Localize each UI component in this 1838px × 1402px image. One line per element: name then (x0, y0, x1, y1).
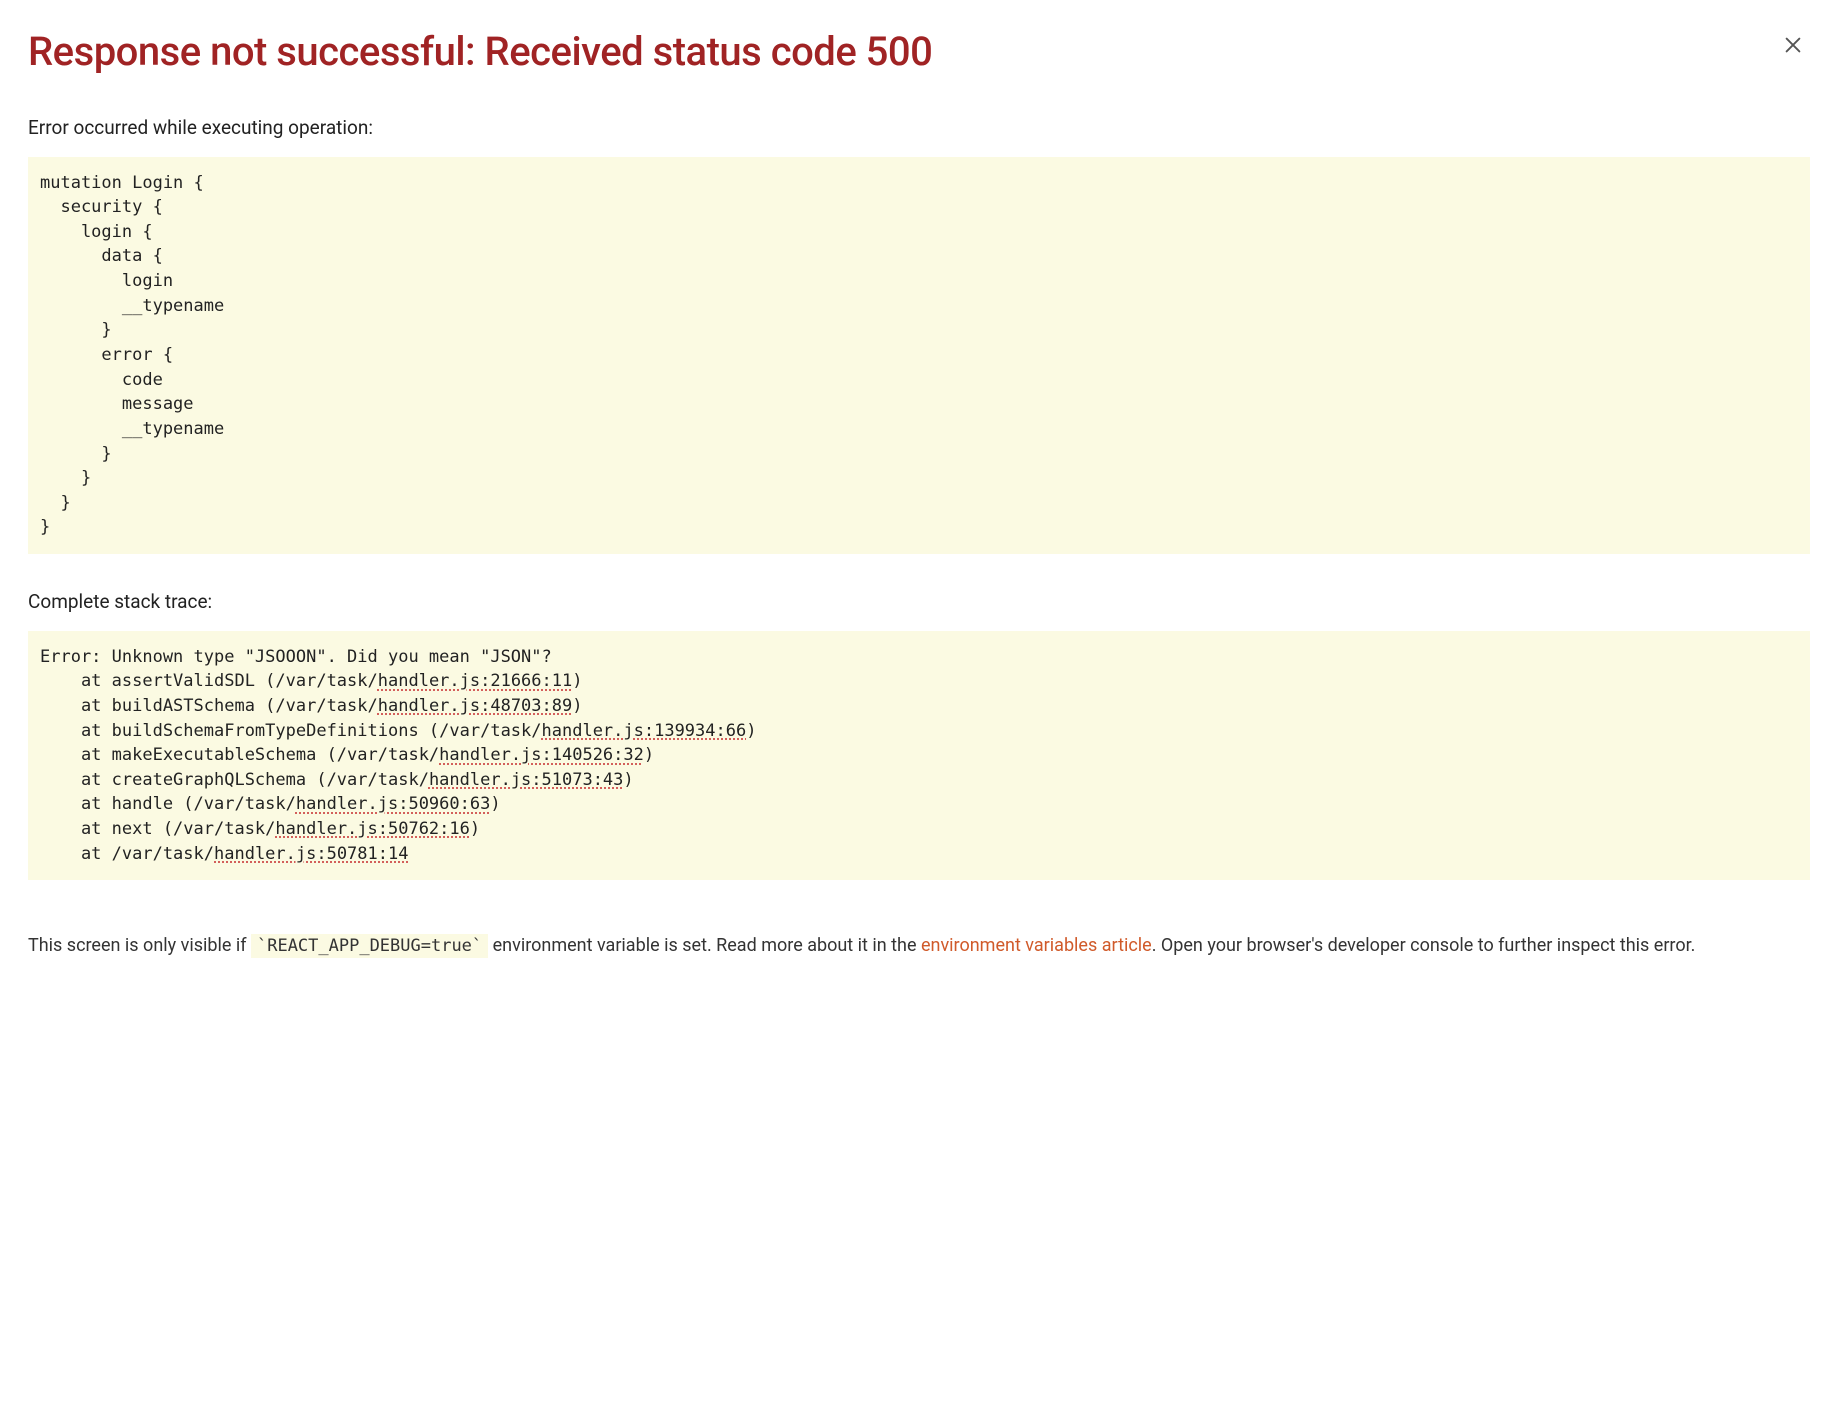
operation-code-block: mutation Login { security { login { data… (28, 157, 1810, 555)
stack-trace-label: Complete stack trace: (28, 588, 1810, 617)
footer-text-part1: This screen is only visible if (28, 935, 251, 956)
debug-footer-text: This screen is only visible if `REACT_AP… (28, 932, 1810, 961)
stack-frame: at /var/task/handler.js:50781:14 (40, 844, 408, 864)
footer-text-part2: environment variable is set. Read more a… (488, 935, 921, 956)
env-variables-article-link[interactable]: environment variables article (921, 935, 1152, 956)
stack-trace-block: Error: Unknown type "JSOOON". Did you me… (28, 631, 1810, 881)
close-button[interactable] (1776, 28, 1810, 62)
stack-frame-link[interactable]: handler.js:48703:89 (378, 696, 572, 716)
footer-text-part3: . Open your browser's developer console … (1152, 935, 1696, 956)
operation-label: Error occurred while executing operation… (28, 114, 1810, 143)
stack-frame: at next (/var/task/handler.js:50762:16) (40, 819, 480, 839)
stack-frame-link[interactable]: handler.js:50781:14 (214, 844, 408, 864)
stack-frame: at buildSchemaFromTypeDefinitions (/var/… (40, 721, 756, 741)
close-icon (1782, 34, 1804, 56)
error-header: Response not successful: Received status… (28, 28, 1810, 76)
stack-frame-link[interactable]: handler.js:50960:63 (296, 794, 490, 814)
stack-frame: at makeExecutableSchema (/var/task/handl… (40, 745, 654, 765)
env-var-code: `REACT_APP_DEBUG=true` (251, 934, 488, 958)
stack-frame-link[interactable]: handler.js:51073:43 (429, 770, 623, 790)
stack-error-message: Error: Unknown type "JSOOON". Did you me… (40, 647, 552, 667)
error-title: Response not successful: Received status… (28, 28, 932, 76)
stack-frame-link[interactable]: handler.js:139934:66 (542, 721, 747, 741)
stack-frame-link[interactable]: handler.js:21666:11 (378, 671, 572, 691)
stack-frame: at handle (/var/task/handler.js:50960:63… (40, 794, 501, 814)
stack-frame: at assertValidSDL (/var/task/handler.js:… (40, 671, 582, 691)
stack-frame: at createGraphQLSchema (/var/task/handle… (40, 770, 634, 790)
stack-frame-link[interactable]: handler.js:50762:16 (275, 819, 469, 839)
stack-frame-link[interactable]: handler.js:140526:32 (439, 745, 644, 765)
stack-frame: at buildASTSchema (/var/task/handler.js:… (40, 696, 582, 716)
